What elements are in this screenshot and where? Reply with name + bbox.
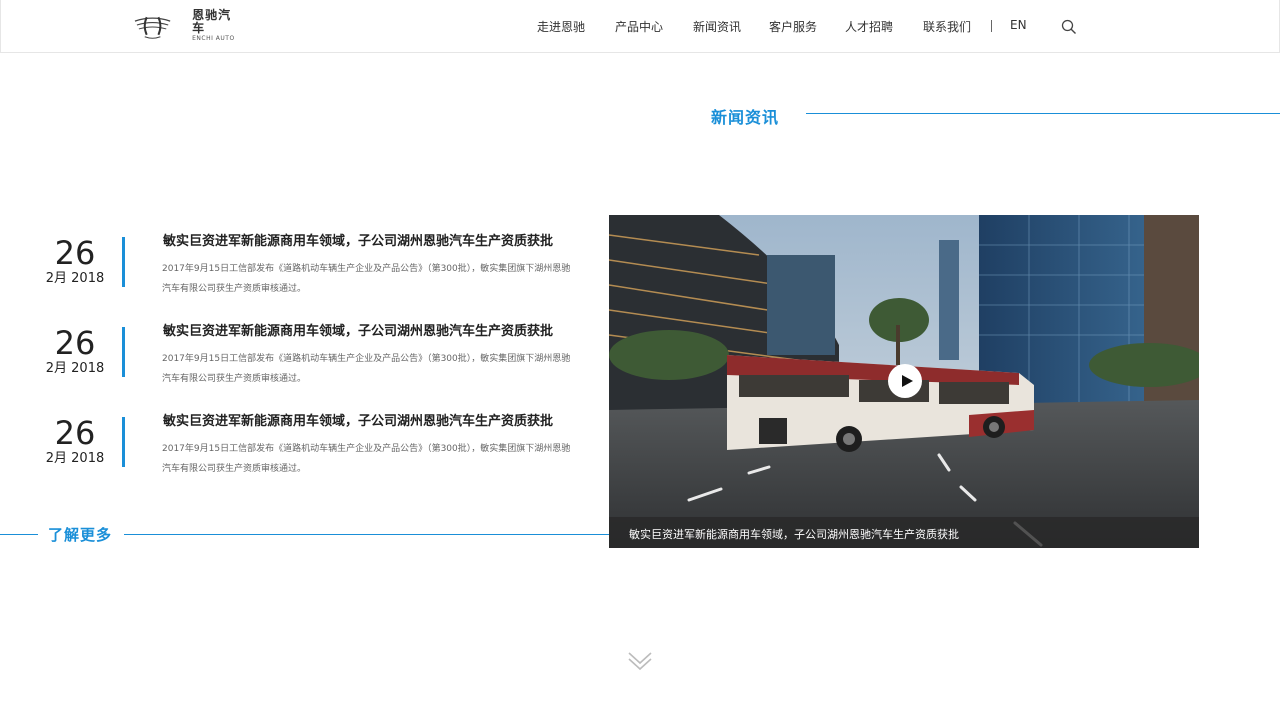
play-icon (901, 375, 913, 387)
main-nav: 走进恩驰 产品中心 新闻资讯 客户服务 人才招聘 联系我们 EN (1, 18, 1280, 36)
nav-divider (991, 20, 992, 32)
learn-more-link[interactable]: 了解更多 (48, 524, 112, 545)
page: 恩驰汽车 ENCHI AUTO 走进恩驰 产品中心 新闻资讯 客户服务 人才招聘… (0, 0, 1280, 720)
site-header: 恩驰汽车 ENCHI AUTO 走进恩驰 产品中心 新闻资讯 客户服务 人才招聘… (0, 0, 1280, 53)
news-summary: 2017年9月15日工信部发布《道路机动车辆生产企业及产品公告》（第300批），… (162, 354, 571, 384)
news-item[interactable]: 26 2月 2018 敏实巨资进军新能源商用车领域，子公司湖州恩驰汽车生产资质获… (40, 234, 580, 315)
news-month: 2月 2018 (45, 271, 105, 286)
featured-video[interactable]: 敏实巨资进军新能源商用车领域，子公司湖州恩驰汽车生产资质获批 (609, 215, 1199, 548)
more-divider-right (124, 534, 610, 535)
news-day: 26 (54, 324, 96, 362)
news-title[interactable]: 敏实巨资进军新能源商用车领域，子公司湖州恩驰汽车生产资质获批 (163, 410, 553, 429)
nav-item-careers[interactable]: 人才招聘 (845, 18, 893, 35)
nav-item-about[interactable]: 走进恩驰 (537, 18, 585, 35)
search-icon[interactable] (1061, 19, 1077, 35)
news-accent-bar (122, 237, 125, 287)
news-date: 26 2月 2018 (40, 415, 110, 468)
news-accent-bar (122, 417, 125, 467)
language-switch[interactable]: EN (1010, 18, 1027, 32)
news-summary: 2017年9月15日工信部发布《道路机动车辆生产企业及产品公告》（第300批），… (162, 444, 571, 474)
news-month: 2月 2018 (45, 451, 105, 466)
news-item[interactable]: 26 2月 2018 敏实巨资进军新能源商用车领域，子公司湖州恩驰汽车生产资质获… (40, 414, 580, 495)
news-title[interactable]: 敏实巨资进军新能源商用车领域，子公司湖州恩驰汽车生产资质获批 (163, 230, 553, 249)
video-caption-bar: 敏实巨资进军新能源商用车领域，子公司湖州恩驰汽车生产资质获批 (609, 517, 1199, 548)
logo-english-name: ENCHI AUTO (192, 35, 235, 42)
news-item[interactable]: 26 2月 2018 敏实巨资进军新能源商用车领域，子公司湖州恩驰汽车生产资质获… (40, 324, 580, 405)
nav-item-service[interactable]: 客户服务 (769, 18, 817, 35)
news-date: 26 2月 2018 (40, 325, 110, 378)
play-button[interactable] (888, 364, 922, 398)
more-divider-left (0, 534, 38, 535)
news-date: 26 2月 2018 (40, 235, 110, 288)
video-caption: 敏实巨资进军新能源商用车领域，子公司湖州恩驰汽车生产资质获批 (629, 528, 959, 541)
nav-item-news[interactable]: 新闻资讯 (693, 18, 741, 35)
news-summary: 2017年9月15日工信部发布《道路机动车辆生产企业及产品公告》（第300批），… (162, 264, 571, 294)
news-day: 26 (54, 234, 96, 272)
news-month: 2月 2018 (45, 361, 105, 376)
section-title: 新闻资讯 (711, 108, 780, 127)
scroll-down-chevron-icon[interactable] (627, 650, 653, 672)
news-accent-bar (122, 327, 125, 377)
news-title[interactable]: 敏实巨资进军新能源商用车领域，子公司湖州恩驰汽车生产资质获批 (163, 320, 553, 339)
nav-item-products[interactable]: 产品中心 (615, 18, 663, 35)
news-day: 26 (54, 414, 96, 452)
section-title-divider (806, 113, 1280, 114)
nav-item-contact[interactable]: 联系我们 (923, 18, 971, 35)
